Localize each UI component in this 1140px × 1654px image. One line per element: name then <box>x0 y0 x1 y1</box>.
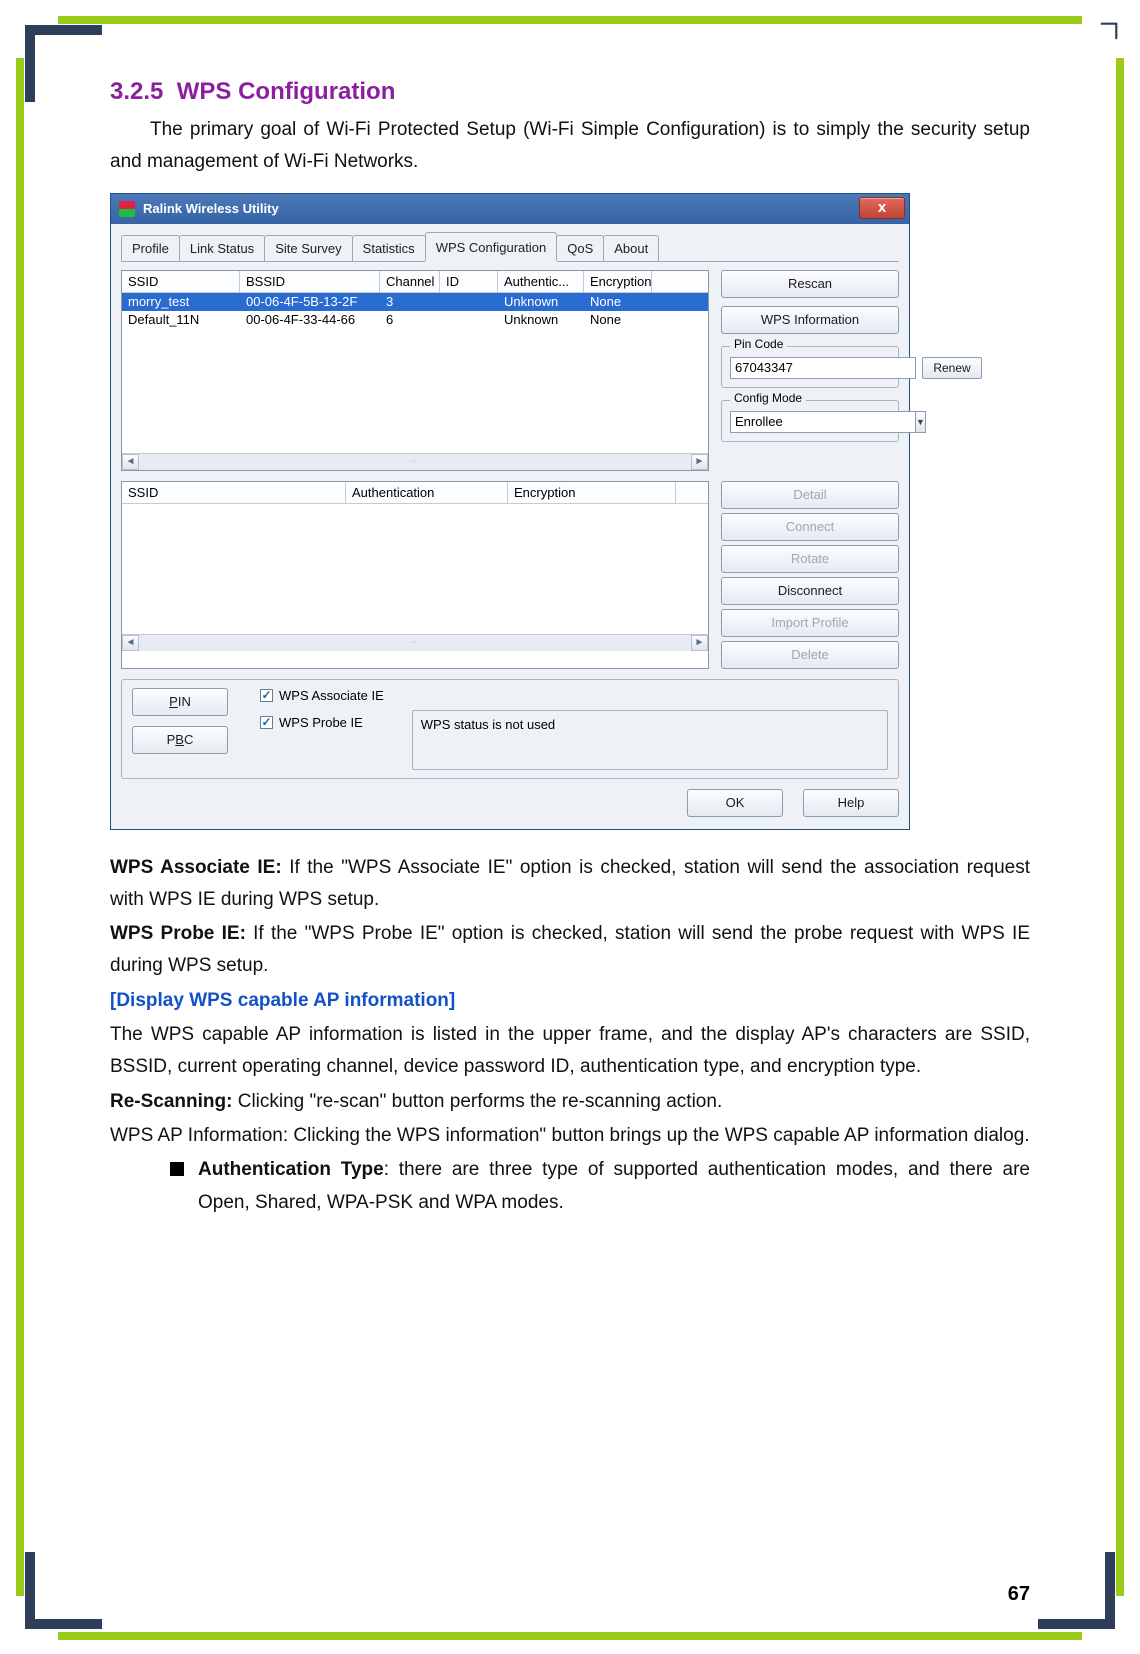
tab-link-status[interactable]: Link Status <box>179 235 265 261</box>
col-bssid[interactable]: BSSID <box>240 271 380 292</box>
wps-probe-ie-paragraph: WPS Probe IE: If the "WPS Probe IE" opti… <box>110 918 1030 983</box>
tab-profile[interactable]: Profile <box>121 235 180 261</box>
config-mode-group: Config Mode ▼ <box>721 400 899 442</box>
wps-information-button[interactable]: WPS Information <box>721 306 899 334</box>
tab-about[interactable]: About <box>603 235 659 261</box>
wps-status-box: WPS status is not used <box>412 710 888 770</box>
scroll-right-icon[interactable]: ► <box>691 635 708 651</box>
col2-enc[interactable]: Encryption <box>508 482 676 503</box>
col-enc[interactable]: Encryption <box>584 271 652 292</box>
pin-code-legend: Pin Code <box>730 337 787 351</box>
col2-ssid[interactable]: SSID <box>122 482 346 503</box>
connect-button[interactable]: Connect <box>721 513 899 541</box>
renew-button[interactable]: Renew <box>922 357 982 379</box>
scroll-left-icon[interactable]: ◄ <box>122 635 139 651</box>
col-auth[interactable]: Authentic... <box>498 271 584 292</box>
wps-associate-ie-paragraph: WPS Associate IE: If the "WPS Associate … <box>110 852 1030 917</box>
scroll-right-icon[interactable]: ► <box>691 454 708 470</box>
h-scrollbar[interactable]: ◄ ⋯ ► <box>122 453 708 470</box>
checkbox-icon <box>260 716 273 729</box>
rescanning-paragraph: Re-Scanning: Clicking "re-scan" button p… <box>110 1086 1030 1118</box>
scroll-thumb[interactable]: ⋯ <box>139 635 691 651</box>
page-number: 67 <box>1008 1583 1030 1606</box>
ap-info-paragraph: WPS AP Information: Clicking the WPS inf… <box>110 1120 1030 1152</box>
intro-paragraph: The primary goal of Wi-Fi Protected Setu… <box>110 114 1030 179</box>
square-bullet-icon <box>170 1162 184 1176</box>
col-id[interactable]: ID <box>440 271 498 292</box>
chevron-down-icon[interactable]: ▼ <box>916 411 926 433</box>
pbc-button[interactable]: PBC <box>132 726 228 754</box>
rescan-button[interactable]: Rescan <box>721 270 899 298</box>
bullet-auth-type: Authentication Type: there are three typ… <box>170 1154 1030 1219</box>
disconnect-button[interactable]: Disconnect <box>721 577 899 605</box>
scroll-left-icon[interactable]: ◄ <box>122 454 139 470</box>
rotate-button[interactable]: Rotate <box>721 545 899 573</box>
wps-probe-ie-checkbox[interactable]: WPS Probe IE <box>260 715 384 730</box>
tab-strip: Profile Link Status Site Survey Statisti… <box>121 234 899 262</box>
wps-associate-ie-checkbox[interactable]: WPS Associate IE <box>260 688 384 703</box>
h-scrollbar-2[interactable]: ◄ ⋯ ► <box>122 634 708 651</box>
table-row[interactable]: morry_test 00-06-4F-5B-13-2F 3 Unknown N… <box>122 293 708 311</box>
dialog-title: Ralink Wireless Utility <box>143 201 279 216</box>
help-button[interactable]: Help <box>803 789 899 817</box>
tab-site-survey[interactable]: Site Survey <box>264 235 352 261</box>
import-profile-button[interactable]: Import Profile <box>721 609 899 637</box>
display-paragraph: The WPS capable AP information is listed… <box>110 1019 1030 1084</box>
ap-list-table[interactable]: SSID BSSID Channel ID Authentic... Encry… <box>121 270 709 471</box>
profile-list-table[interactable]: SSID Authentication Encryption ◄ ⋯ ► <box>121 481 709 669</box>
pin-button[interactable]: PIN <box>132 688 228 716</box>
app-icon <box>119 201 135 217</box>
ok-button[interactable]: OK <box>687 789 783 817</box>
checkbox-icon <box>260 689 273 702</box>
tab-wps-configuration[interactable]: WPS Configuration <box>425 232 558 261</box>
close-icon: x <box>878 199 886 216</box>
ralink-dialog: Ralink Wireless Utility x Profile Link S… <box>110 193 910 830</box>
col2-auth[interactable]: Authentication <box>346 482 508 503</box>
pin-code-group: Pin Code Renew <box>721 346 899 388</box>
scroll-thumb[interactable]: ⋯ <box>139 454 691 470</box>
col-ssid[interactable]: SSID <box>122 271 240 292</box>
config-mode-legend: Config Mode <box>730 391 806 405</box>
col-channel[interactable]: Channel <box>380 271 440 292</box>
delete-button[interactable]: Delete <box>721 641 899 669</box>
section-heading: 3.2.5 WPS Configuration <box>110 78 1030 106</box>
tab-qos[interactable]: QoS <box>556 235 604 261</box>
config-mode-select[interactable] <box>730 411 916 433</box>
tab-statistics[interactable]: Statistics <box>352 235 426 261</box>
detail-button[interactable]: Detail <box>721 481 899 509</box>
pin-code-input[interactable] <box>730 357 916 379</box>
close-button[interactable]: x <box>859 197 905 219</box>
table-row[interactable]: Default_11N 00-06-4F-33-44-66 6 Unknown … <box>122 311 708 329</box>
dialog-titlebar: Ralink Wireless Utility x <box>111 194 909 224</box>
display-heading: [Display WPS capable AP information] <box>110 985 1030 1017</box>
